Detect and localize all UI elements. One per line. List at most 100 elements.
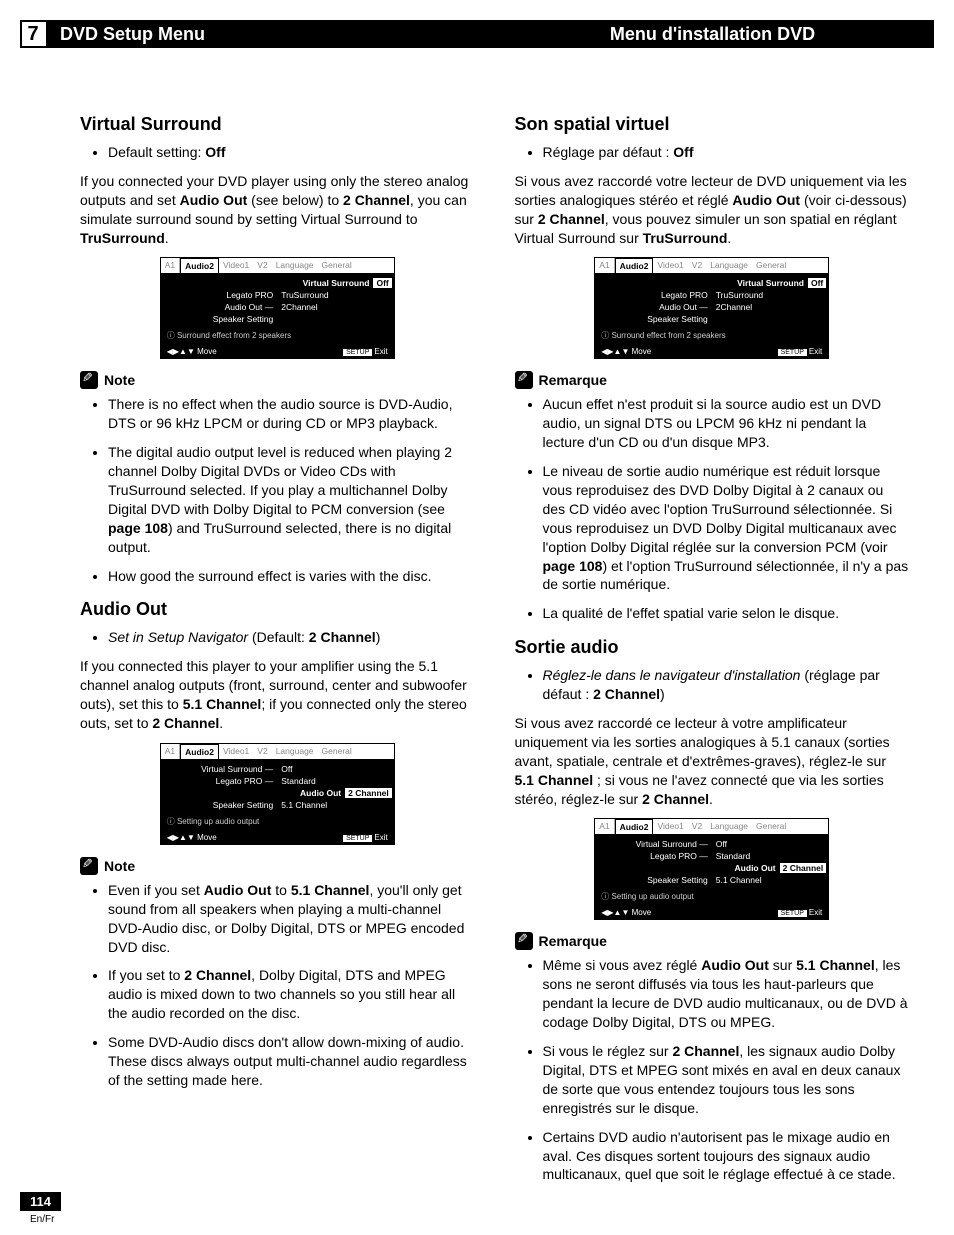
osd-value: Off (277, 764, 392, 774)
heading-son-spatial: Son spatial virtuel (515, 114, 910, 135)
osd-tab: V2 (688, 819, 706, 834)
heading-sortie-audio: Sortie audio (515, 637, 910, 658)
osd-exit: SETUPExit (343, 833, 388, 842)
text-bold: Audio Out (204, 882, 272, 898)
osd-label: Legato PRO — (163, 776, 278, 786)
text-bold: 2 Channel (184, 967, 251, 983)
text: Exit (374, 833, 387, 842)
text: Exit (809, 347, 822, 356)
text-bold: Off (205, 144, 225, 160)
osd-label: Audio Out — (163, 302, 278, 312)
note-list: Aucun effet n'est produit si la source a… (515, 395, 910, 623)
list-item: Even if you set Audio Out to 5.1 Channel… (108, 881, 475, 957)
text-bold: 5.1 Channel (183, 696, 262, 712)
note-heading: Note (80, 371, 475, 389)
text: sur (769, 957, 796, 973)
osd-label: Audio Out (163, 788, 345, 798)
body-text: If you connected this player to your amp… (80, 657, 475, 733)
osd-tab-active: Audio2 (615, 258, 654, 273)
body-text: If you connected your DVD player using o… (80, 172, 475, 248)
osd-tab: Language (272, 744, 318, 759)
text-italic: Set in Setup Navigator (108, 629, 248, 645)
list-item: Même si vous avez réglé Audio Out sur 5.… (543, 956, 910, 1032)
text: Move (632, 347, 652, 356)
chapter-header: 7 DVD Setup Menu Menu d'installation DVD (20, 20, 934, 48)
text-bold: 2 Channel (309, 629, 376, 645)
list-item: Réglage par défaut : Off (543, 143, 910, 162)
chapter-number: 7 (20, 20, 48, 48)
osd-screenshot-virtual-surround: A1Audio2Video1V2LanguageGeneral Virtual … (160, 257, 395, 359)
list-item: The digital audio output level is reduce… (108, 443, 475, 556)
text: Si vous avez raccordé ce lecteur à votre… (515, 715, 890, 769)
note-label: Note (104, 372, 135, 388)
osd-tab: Video1 (653, 819, 687, 834)
language-note: En/Fr (30, 1214, 54, 1225)
osd-tab: Language (706, 819, 752, 834)
text: Move (197, 347, 217, 356)
list-item: Aucun effet n'est produit si la source a… (543, 395, 910, 452)
text-bold: TruSurround (80, 230, 165, 246)
list-item: Si vous le réglez sur 2 Channel, les sig… (543, 1042, 910, 1118)
osd-move: ◀▶▲▼ Move (167, 347, 217, 356)
osd-tab: General (318, 258, 356, 273)
osd-tab: Language (272, 258, 318, 273)
text: Même si vous avez réglé (543, 957, 702, 973)
text-bold: 2 Channel (593, 686, 660, 702)
osd-value: TruSurround (277, 290, 392, 300)
osd-tab: Video1 (653, 258, 687, 273)
text: Move (632, 908, 652, 917)
text-bold: Audio Out (732, 192, 800, 208)
osd-value (712, 314, 827, 324)
list-item: Set in Setup Navigator (Default: 2 Chann… (108, 628, 475, 647)
osd-exit: SETUPExit (343, 347, 388, 356)
text: (see below) to (247, 192, 343, 208)
text: . (219, 715, 223, 731)
osd-move: ◀▶▲▼ Move (601, 347, 651, 356)
text: ) (660, 686, 665, 702)
osd-label: Virtual Surround — (163, 764, 278, 774)
text-bold: 5.1 Channel (796, 957, 875, 973)
osd-label: Virtual Surround — (597, 839, 712, 849)
osd-move: ◀▶▲▼ Move (167, 833, 217, 842)
page-content: Virtual Surround Default setting: Off If… (80, 100, 909, 1175)
list-item: Default setting: Off (108, 143, 475, 162)
osd-tab: A1 (161, 258, 180, 273)
text: Exit (374, 347, 387, 356)
note-label: Remarque (539, 372, 607, 388)
list-item: La qualité de l'effet spatial varie selo… (543, 604, 910, 623)
note-icon (80, 371, 98, 389)
note-heading: Remarque (515, 371, 910, 389)
text-bold: page 108 (108, 520, 168, 536)
note-heading: Remarque (515, 932, 910, 950)
osd-label: Speaker Setting (597, 314, 712, 324)
text-bold: 2 Channel (343, 192, 410, 208)
text: (Default: (248, 629, 309, 645)
osd-hint: ⓘ Surround effect from 2 speakers (595, 326, 828, 345)
text-bold: Audio Out (701, 957, 769, 973)
text: Le niveau de sortie audio numérique est … (543, 463, 897, 555)
osd-screenshot-virtual-surround-fr: A1Audio2Video1V2LanguageGeneral Virtual … (594, 257, 829, 359)
osd-tab: General (752, 819, 790, 834)
default-list: Réglez-le dans le navigateur d'installat… (515, 666, 910, 704)
body-text: Si vous avez raccordé votre lecteur de D… (515, 172, 910, 248)
osd-tab: A1 (595, 258, 614, 273)
text: SETUP (343, 835, 372, 842)
osd-tab: V2 (253, 258, 271, 273)
osd-tab: Video1 (219, 258, 253, 273)
osd-tab: A1 (595, 819, 614, 834)
chapter-title-fr: Menu d'installation DVD (491, 24, 934, 45)
osd-screenshot-audio-out: A1Audio2Video1V2LanguageGeneral Virtual … (160, 743, 395, 845)
osd-tab-active: Audio2 (615, 819, 654, 834)
osd-label: Virtual Surround (163, 278, 374, 288)
body-text: Si vous avez raccordé ce lecteur à votre… (515, 714, 910, 808)
osd-value: 2Channel (712, 302, 827, 312)
osd-hint: ⓘ Setting up audio output (595, 887, 828, 906)
osd-screenshot-audio-out-fr: A1Audio2Video1V2LanguageGeneral Virtual … (594, 818, 829, 920)
list-item: Le niveau de sortie audio numérique est … (543, 462, 910, 594)
note-label: Note (104, 858, 135, 874)
osd-value: Off (373, 278, 391, 288)
osd-label: Audio Out — (597, 302, 712, 312)
text-bold: 2 Channel (538, 211, 605, 227)
text: Even if you set (108, 882, 204, 898)
osd-value: 2 Channel (345, 788, 392, 798)
